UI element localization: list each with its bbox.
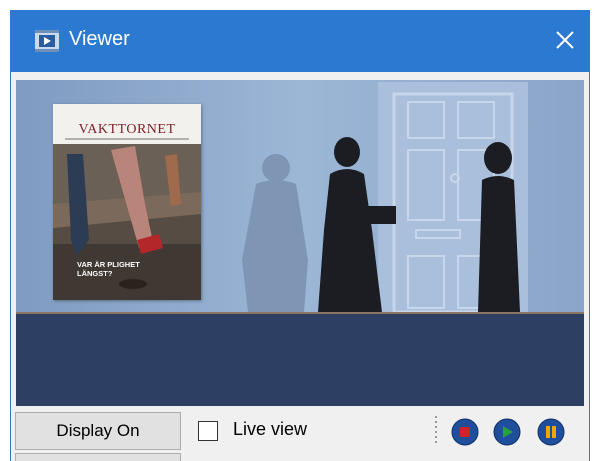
live-view-label: Live view [233, 419, 308, 439]
stop-icon [460, 427, 470, 437]
magazine-headline: VAR ÄR PLIGHET LÄNGST? [77, 260, 140, 278]
toolbar-grip-icon[interactable] [435, 416, 438, 446]
magazine-cover: VAKTTORNET VAR ÄR PLIGHET LÄNGST? [53, 104, 201, 300]
magazine-subtitle-bar [65, 138, 189, 140]
window-title: Viewer [69, 28, 130, 50]
live-view-checkbox[interactable] [198, 421, 218, 441]
close-button[interactable] [545, 20, 585, 60]
secondary-button[interactable] [15, 453, 181, 461]
title-bar[interactable]: Viewer [11, 10, 589, 72]
video-frame-icon [35, 30, 59, 52]
control-toolbar: Display On Live view [11, 406, 589, 461]
magazine-masthead: VAKTTORNET [78, 122, 176, 137]
close-icon [556, 31, 574, 49]
video-viewport: VAKTTORNET VAR ÄR PLIGHET LÄNGST? [16, 80, 584, 406]
viewer-window: Viewer VAKTTORNET VAR ÄR PLIGHET LÄNGST?… [10, 10, 590, 461]
stop-button[interactable] [451, 418, 479, 446]
pause-button[interactable] [537, 418, 565, 446]
display-on-button[interactable]: Display On [15, 412, 181, 450]
play-button[interactable] [493, 418, 521, 446]
lower-band [16, 314, 584, 406]
